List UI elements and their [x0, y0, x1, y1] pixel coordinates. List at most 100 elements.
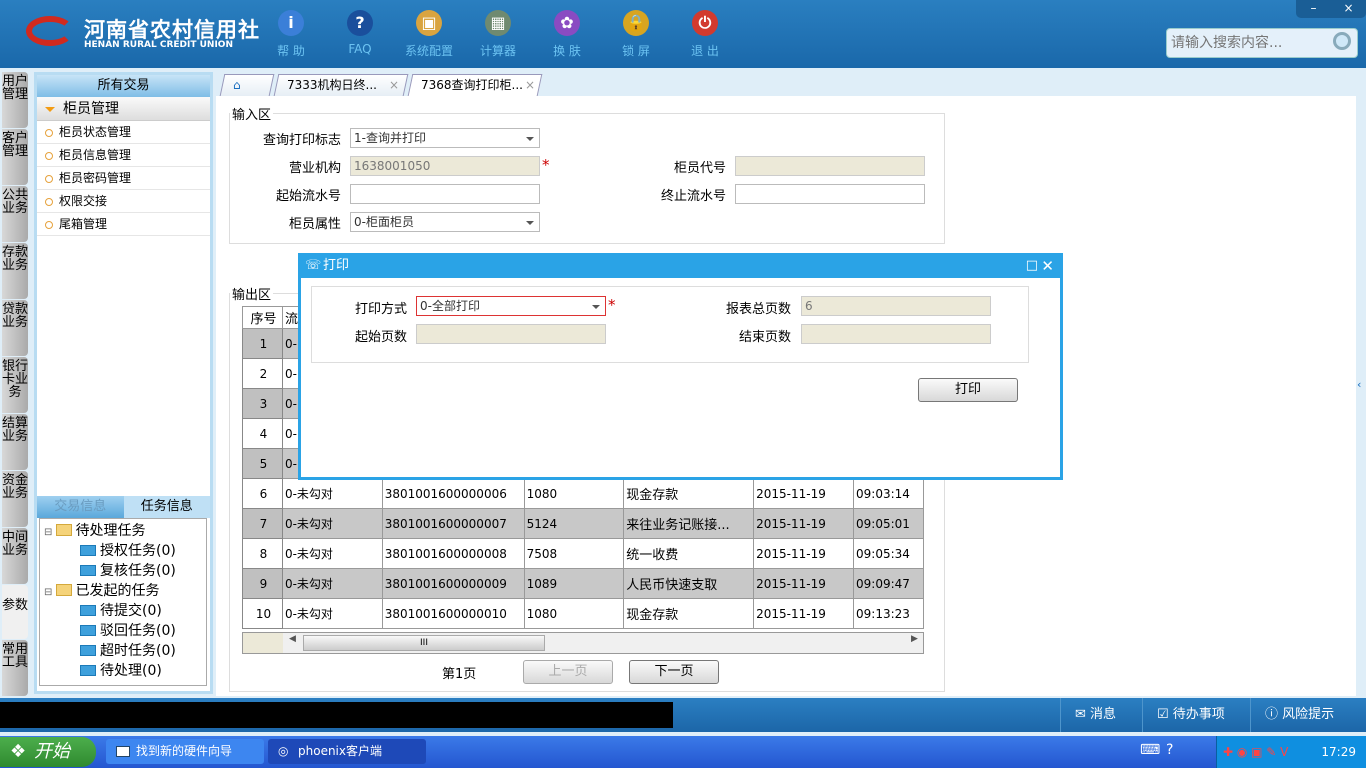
horizontal-scrollbar[interactable]: ◀ III ▶	[242, 632, 924, 654]
table-cell: 2015-11-19	[753, 508, 854, 539]
tab-task-info[interactable]: 任务信息	[123, 496, 210, 518]
scroll-thumb[interactable]: III	[303, 635, 545, 651]
vtab-2[interactable]: 公共业务	[2, 186, 28, 242]
toolbar-label: 计算器	[479, 44, 516, 58]
tree-item[interactable]: 待提交(0)	[40, 601, 206, 621]
taskbar-item-phoenix[interactable]: ◎ phoenix客户端	[268, 739, 426, 764]
vtab-6[interactable]: 结算业务	[2, 414, 28, 470]
help-tray-icon[interactable]: ?	[1166, 742, 1173, 758]
tab-7333[interactable]: 7333机构日终... ×	[273, 74, 409, 96]
folder-icon	[80, 605, 96, 616]
end-serial-label: 终止流水号	[660, 189, 726, 204]
help-icon: ?	[347, 10, 373, 36]
taskbar-item-hardware-wizard[interactable]: 找到新的硬件向导	[106, 739, 264, 764]
teller-label: 柜员代号	[673, 161, 726, 176]
next-page-button[interactable]: 下一页	[629, 660, 719, 684]
toolbar-button-info[interactable]: i 帮 助	[256, 8, 326, 59]
sidebar-item[interactable]: 柜员信息管理	[37, 144, 210, 167]
tree-item[interactable]: 待处理(0)	[40, 661, 206, 681]
logo-icon	[26, 16, 74, 46]
collapse-right-icon[interactable]: ‹	[1357, 362, 1366, 408]
close-tab-icon[interactable]: ×	[525, 75, 535, 95]
table-row[interactable]: 8 0-未勾对 3801001600000008 7508 统一收费 2015-11-19…	[242, 538, 924, 569]
maximize-icon[interactable]: □	[1026, 256, 1038, 276]
table-row[interactable]: 6 0-未勾对 3801001600000006 1080 现金存款 2015-11-19…	[242, 478, 924, 509]
close-tab-icon[interactable]: ×	[389, 75, 399, 95]
vtab-5[interactable]: 银行卡业务	[2, 357, 28, 413]
start-page-field[interactable]	[416, 324, 606, 344]
start-serial-field[interactable]	[350, 184, 540, 204]
start-button[interactable]: ❖ 开始	[0, 737, 96, 767]
vtab-4[interactable]: 贷款业务	[2, 300, 28, 356]
teller-attr-select[interactable]: 0-柜面柜员	[350, 212, 540, 232]
search-icon[interactable]	[1333, 32, 1351, 50]
tree-item[interactable]: 驳回任务(0)	[40, 621, 206, 641]
prev-page-button[interactable]: 上一页	[523, 660, 613, 684]
org-field[interactable]: 1638001050	[350, 156, 540, 176]
close-button[interactable]: ×	[1331, 0, 1366, 18]
table-cell: 3801001600000008	[381, 538, 525, 569]
table-cell: 7	[242, 508, 283, 539]
vtab-1[interactable]: 客户管理	[2, 129, 28, 185]
table-cell: 1080	[523, 598, 625, 629]
sidebar-item[interactable]: 柜员密码管理	[37, 167, 210, 190]
toolbar-button-lock[interactable]: 🔒 锁 屏	[601, 8, 671, 59]
tree-item[interactable]: 授权任务(0)	[40, 541, 206, 561]
messages-button[interactable]: ✉ 消息	[1060, 698, 1142, 732]
teller-field[interactable]	[735, 156, 925, 176]
toolbar-button-toolbox[interactable]: ▣ 系统配置	[394, 8, 464, 59]
table-cell: 4	[242, 418, 283, 449]
sidebar-item[interactable]: 权限交接	[37, 190, 210, 213]
toolbar-button-shirt[interactable]: ✿ 换 肤	[532, 8, 602, 59]
header-index[interactable]: 序号	[242, 306, 283, 329]
print-mode-select[interactable]: 0-全部打印	[416, 296, 606, 316]
tab-7368[interactable]: 7368查询打印柜... ×	[407, 74, 543, 96]
total-pages-field[interactable]: 6	[801, 296, 991, 316]
tab-home[interactable]: ⌂	[219, 74, 275, 96]
vtab-8[interactable]: 中间业务	[2, 528, 28, 584]
table-cell: 3801001600000006	[381, 478, 525, 509]
risk-alert-button[interactable]: ⓘ 风险提示	[1250, 698, 1366, 732]
collapse-icon[interactable]: ⊟	[44, 587, 56, 598]
keyboard-icon[interactable]: ⌨	[1140, 742, 1160, 758]
tab-transaction-info[interactable]: 交易信息	[37, 496, 124, 518]
folder-icon	[55, 524, 72, 536]
table-row[interactable]: 9 0-未勾对 3801001600000009 1089 人民币快速支取 2015-11…	[242, 568, 924, 599]
tree-folder[interactable]: ⊟ 已发起的任务	[40, 581, 206, 601]
toolbar-button-help[interactable]: ? FAQ	[325, 8, 395, 56]
folder-icon	[55, 584, 72, 596]
table-row[interactable]: 7 0-未勾对 3801001600000007 5124 来往业务记账接... 2015…	[242, 508, 924, 539]
tree-item[interactable]: 复核任务(0)	[40, 561, 206, 581]
scroll-right-icon[interactable]: ▶	[911, 634, 918, 644]
end-page-field[interactable]	[801, 324, 991, 344]
vtab-0[interactable]: 用户管理	[2, 72, 28, 128]
tree-item[interactable]: 超时任务(0)	[40, 641, 206, 661]
table-row[interactable]: 10 0-未勾对 3801001600000010 1080 现金存款 2015-11-1…	[242, 598, 924, 629]
vtab-10[interactable]: 常用工具	[2, 640, 28, 696]
collapse-icon[interactable]: ⊟	[44, 527, 56, 538]
alert-bubble-icon: ⓘ	[1265, 707, 1283, 722]
logo-subtitle: HENAN RURAL CREDIT UNION	[84, 40, 233, 50]
vtab-3[interactable]: 存款业务	[2, 243, 28, 299]
toolbar-button-power[interactable]: ⏻ 退 出	[670, 8, 740, 59]
teller-management-group[interactable]: 柜员管理	[37, 97, 210, 121]
query-print-flag-select[interactable]: 1-查询并打印	[350, 128, 540, 148]
toolbar-button-calculator[interactable]: ▦ 计算器	[463, 8, 533, 59]
required-mark: *	[608, 296, 616, 314]
dialog-close-icon[interactable]: ✕	[1041, 256, 1054, 276]
search-input[interactable]	[1167, 29, 1317, 57]
end-serial-field[interactable]	[735, 184, 925, 204]
vtab-9[interactable]: 参数	[2, 585, 28, 639]
minimize-button[interactable]: –	[1296, 0, 1331, 18]
tray-icons[interactable]: ✚ ◉ ▣ ✎ V	[1217, 736, 1288, 768]
org-label: 营业机构	[288, 161, 341, 176]
dialog-title: 打印	[323, 258, 350, 273]
scroll-left-icon[interactable]: ◀	[289, 634, 296, 644]
vtab-7[interactable]: 资金业务	[2, 471, 28, 527]
all-transactions-header[interactable]: 所有交易	[37, 75, 210, 97]
todo-button[interactable]: ☑ 待办事项	[1142, 698, 1250, 732]
sidebar-item[interactable]: 尾箱管理	[37, 213, 210, 236]
sidebar-item[interactable]: 柜员状态管理	[37, 121, 210, 144]
tree-folder[interactable]: ⊟ 待处理任务	[40, 521, 206, 541]
print-button[interactable]: 打印	[918, 378, 1018, 402]
